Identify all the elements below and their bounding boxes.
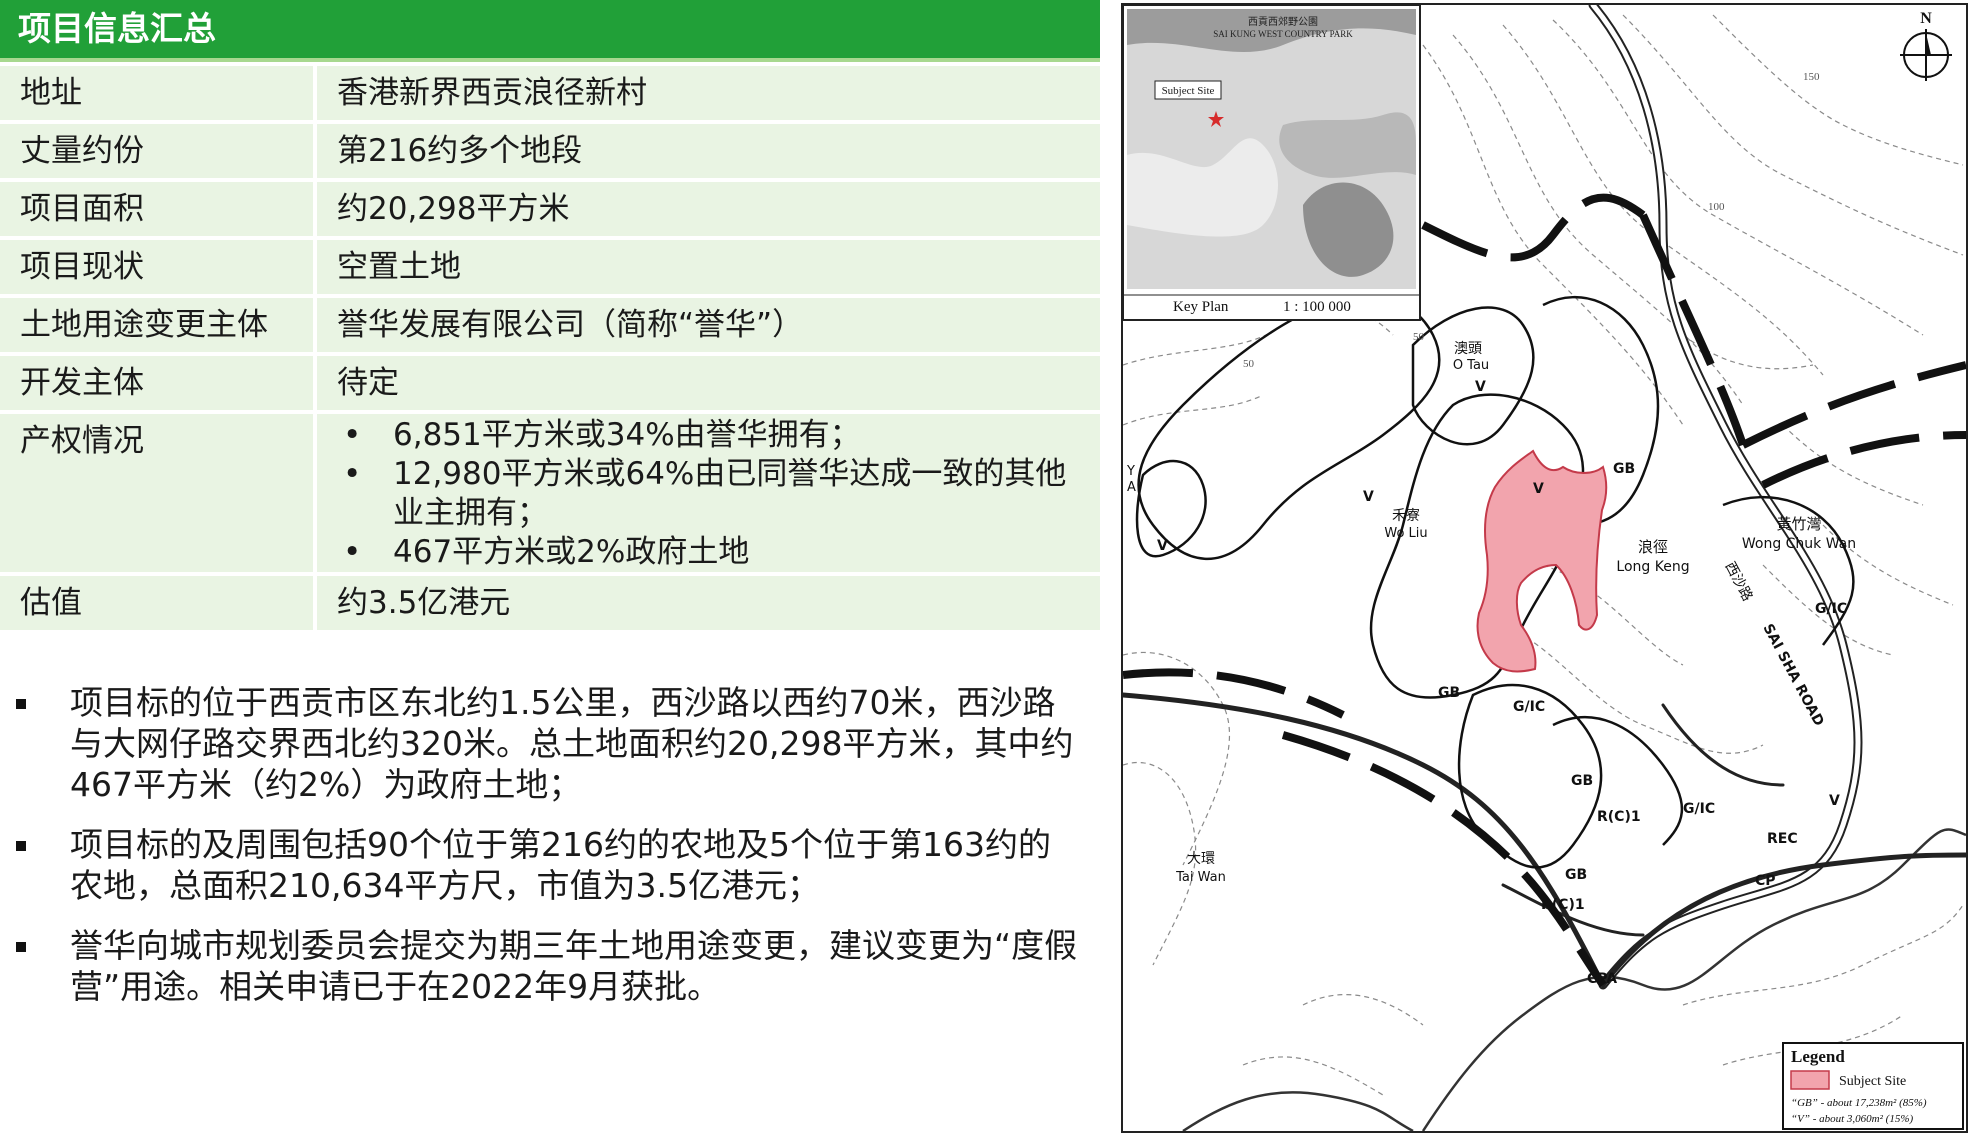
row-key-valuation: 估值 (0, 576, 317, 630)
edge-label: Y (1126, 464, 1135, 479)
summary-bullets: 项目标的位于西贡市区东北约1.5公里，西沙路以西约70米，西沙路与大网仔路交界西… (0, 682, 1100, 1026)
north-arrow-icon: N (1900, 10, 1952, 81)
table-row: 项目面积 约20,298平方米 (0, 182, 1100, 236)
legend-note-v: “V” - about 3,060m² (15%) (1791, 1113, 1913, 1125)
zone-label: G/IC (1815, 601, 1847, 617)
zone-label: G/IC (1513, 699, 1545, 715)
row-value-ownership: 6,851平方米或34%由誉华拥有； 12,980平方米或64%由已同誉华达成一… (317, 414, 1100, 572)
place-label: Long Keng (1616, 559, 1689, 575)
legend-item: Subject Site (1839, 1074, 1906, 1089)
place-label: Tai Wan (1175, 870, 1226, 885)
zone-label: V (1157, 538, 1168, 554)
zone-label: REC (1767, 831, 1798, 847)
place-label: 澳頭 (1454, 341, 1482, 357)
contour-label: 100 (1708, 201, 1725, 213)
contour-label: 150 (1803, 71, 1820, 83)
site-location-map: 西貢西郊野公園 SAI KUNG WEST COUNTRY PARK Subje… (1121, 3, 1968, 1133)
table-row: 土地用途变更主体 誉华发展有限公司（简称“誉华”） (0, 298, 1100, 352)
list-item: 467平方米或2%政府土地 (337, 533, 1080, 572)
zone-label: V (1533, 481, 1544, 497)
table-row: 开发主体 待定 (0, 356, 1100, 410)
bullet-text: 项目标的位于西贡市区东北约1.5公里，西沙路以西约70米，西沙路与大网仔路交界西… (70, 683, 1074, 804)
row-value-address: 香港新界西贡浪径新村 (317, 66, 1100, 120)
row-key-developer: 开发主体 (0, 356, 317, 410)
map-drawing: 西貢西郊野公園 SAI KUNG WEST COUNTRY PARK Subje… (1123, 5, 1966, 1131)
zone-label: R(C)1 (1597, 809, 1641, 825)
zone-label: GB (1613, 461, 1635, 477)
page-title: 项目信息汇总 (0, 0, 1100, 62)
park-name-cn: 西貢西郊野公園 (1248, 15, 1318, 28)
row-key-area: 项目面积 (0, 182, 317, 236)
square-bullet-icon (16, 699, 26, 709)
legend-note-gb: “GB” - about 17,238m² (85%) (1791, 1097, 1927, 1109)
row-key-address: 地址 (0, 66, 317, 120)
row-value-applicant: 誉华发展有限公司（简称“誉华”） (317, 298, 1100, 352)
list-item: 12,980平方米或64%由已同誉华达成一致的其他业主拥有； (337, 455, 1080, 533)
square-bullet-icon (16, 841, 26, 851)
place-label: Wo Liu (1384, 526, 1427, 541)
list-item: 6,851平方米或34%由誉华拥有； (337, 416, 1080, 455)
place-label: 浪徑 (1638, 538, 1668, 556)
table-row: 地址 香港新界西贡浪径新村 (0, 66, 1100, 120)
row-value-lot: 第216约多个地段 (317, 124, 1100, 178)
map-legend: Legend Subject Site “GB” - about 17,238m… (1782, 1042, 1964, 1130)
row-value-status: 空置土地 (317, 240, 1100, 294)
place-label: 大環 (1187, 851, 1215, 867)
row-key-status: 项目现状 (0, 240, 317, 294)
left-panel: 项目信息汇总 地址 香港新界西贡浪径新村 丈量约份 第216约多个地段 项目面积… (0, 0, 1100, 1144)
zone-label: V (1475, 379, 1486, 395)
key-plan-site-label: Subject Site (1162, 85, 1215, 97)
contour-label: 50 (1243, 358, 1255, 370)
edge-label: A (1127, 480, 1136, 495)
key-plan-label: Key Plan (1173, 299, 1229, 315)
zone-label: CPA (1587, 971, 1617, 987)
zone-label: V (1829, 793, 1840, 809)
legend-title: Legend (1791, 1047, 1845, 1066)
zone-label: R(C)1 (1541, 897, 1585, 913)
bullet-text: 项目标的及周围包括90个位于第216约的农地及5个位于第163约的农地，总面积2… (70, 825, 1051, 905)
zone-label: G/IC (1683, 801, 1715, 817)
north-label: N (1920, 10, 1932, 27)
bullet-item: 项目标的及周围包括90个位于第216约的农地及5个位于第163约的农地，总面积2… (0, 824, 1100, 906)
place-label: Wong Chuk Wan (1742, 536, 1856, 552)
zone-label: V (1363, 489, 1374, 505)
road-label: 西沙路 (1721, 559, 1755, 604)
key-plan-inset: 西貢西郊野公園 SAI KUNG WEST COUNTRY PARK Subje… (1123, 5, 1421, 321)
road-label: SAI SHA ROAD (1759, 621, 1826, 729)
key-plan-scale: 1 : 100 000 (1283, 299, 1351, 315)
place-label: 黃竹灣 (1776, 515, 1821, 533)
table-row: 估值 约3.5亿港元 (0, 576, 1100, 630)
table-row: 项目现状 空置土地 (0, 240, 1100, 294)
zone-label: CP (1755, 873, 1776, 889)
contour-label: 50 (1413, 331, 1425, 343)
place-label: 禾寮 (1392, 507, 1420, 524)
row-value-developer: 待定 (317, 356, 1100, 410)
row-key-ownership: 产权情况 (0, 414, 317, 572)
legend-swatch (1790, 1070, 1830, 1090)
zone-label: GB (1571, 773, 1593, 789)
park-name-en: SAI KUNG WEST COUNTRY PARK (1213, 29, 1353, 39)
row-value-area: 约20,298平方米 (317, 182, 1100, 236)
square-bullet-icon (16, 942, 26, 952)
bullet-item: 誉华向城市规划委员会提交为期三年土地用途变更，建议变更为“度假营”用途。相关申请… (0, 925, 1100, 1007)
zone-label: GB (1438, 685, 1460, 701)
table-row: 丈量约份 第216约多个地段 (0, 124, 1100, 178)
bullet-text: 誉华向城市规划委员会提交为期三年土地用途变更，建议变更为“度假营”用途。相关申请… (70, 926, 1078, 1006)
zone-label: GB (1565, 867, 1587, 883)
row-key-lot: 丈量约份 (0, 124, 317, 178)
table-row: 产权情况 6,851平方米或34%由誉华拥有； 12,980平方米或64%由已同… (0, 414, 1100, 572)
project-info-table: 地址 香港新界西贡浪径新村 丈量约份 第216约多个地段 项目面积 约20,29… (0, 62, 1100, 634)
place-label: O Tau (1453, 358, 1489, 373)
row-value-valuation: 约3.5亿港元 (317, 576, 1100, 630)
row-key-applicant: 土地用途变更主体 (0, 298, 317, 352)
bullet-item: 项目标的位于西贡市区东北约1.5公里，西沙路以西约70米，西沙路与大网仔路交界西… (0, 682, 1100, 805)
